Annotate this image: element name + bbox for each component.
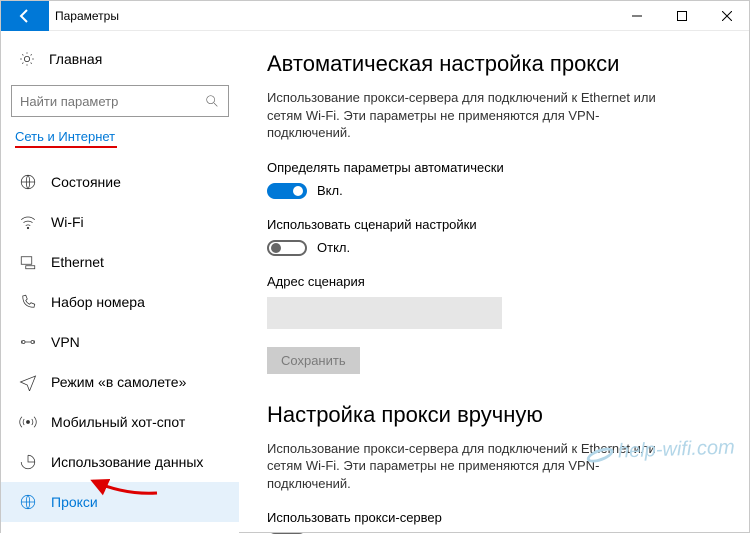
sidebar-item-label: Режим «в самолете» — [51, 374, 186, 390]
phone-icon — [19, 293, 37, 311]
toggle-label-detect: Определять параметры автоматически — [267, 160, 721, 175]
annotation-underline — [15, 146, 117, 148]
sidebar-item-label: Ethernet — [51, 254, 104, 270]
sidebar-item-hotspot[interactable]: Мобильный хот-спот — [1, 402, 239, 442]
home-label: Главная — [49, 51, 102, 67]
back-button[interactable] — [1, 1, 49, 31]
category-label: Сеть и Интернет — [1, 129, 239, 144]
script-address-label: Адрес сценария — [267, 274, 721, 289]
search-input[interactable] — [20, 94, 204, 109]
sidebar-item-label: VPN — [51, 334, 80, 350]
sidebar: Главная Сеть и Интернет Состояние Wi-Fi … — [1, 31, 239, 534]
close-button[interactable] — [704, 1, 749, 31]
section-desc-auto: Использование прокси-сервера для подключ… — [267, 89, 667, 142]
sidebar-item-dialup[interactable]: Набор номера — [1, 282, 239, 322]
sidebar-item-wifi[interactable]: Wi-Fi — [1, 202, 239, 242]
section-desc-manual: Использование прокси-сервера для подключ… — [267, 440, 667, 493]
sidebar-item-label: Использование данных — [51, 454, 203, 470]
section-heading-manual: Настройка прокси вручную — [267, 402, 721, 428]
sidebar-item-datausage[interactable]: Использование данных — [1, 442, 239, 482]
sidebar-item-airplane[interactable]: Режим «в самолете» — [1, 362, 239, 402]
sidebar-item-label: Wi-Fi — [51, 214, 84, 230]
sidebar-item-status[interactable]: Состояние — [1, 162, 239, 202]
section-heading-auto: Автоматическая настройка прокси — [267, 51, 721, 77]
sidebar-item-label: Прокси — [51, 494, 98, 510]
save-button[interactable]: Сохранить — [267, 347, 360, 374]
hotspot-icon — [19, 413, 37, 431]
toggle-state-script: Откл. — [317, 240, 350, 255]
window-title: Параметры — [49, 9, 614, 23]
wifi-icon — [19, 213, 37, 231]
toggle-label-script: Использовать сценарий настройки — [267, 217, 721, 232]
data-usage-icon — [19, 453, 37, 471]
globe-icon — [19, 173, 37, 191]
globe-icon — [19, 493, 37, 511]
sidebar-item-label: Мобильный хот-спот — [51, 414, 185, 430]
toggle-state-detect: Вкл. — [317, 183, 343, 198]
airplane-icon — [19, 373, 37, 391]
sidebar-item-label: Состояние — [51, 174, 121, 190]
minimize-button[interactable] — [614, 1, 659, 31]
gear-icon — [19, 51, 35, 67]
sidebar-item-ethernet[interactable]: Ethernet — [1, 242, 239, 282]
home-link[interactable]: Главная — [1, 39, 239, 79]
vpn-icon — [19, 333, 37, 351]
toggle-detect-automatically[interactable] — [267, 183, 307, 199]
sidebar-item-proxy[interactable]: Прокси — [1, 482, 239, 522]
search-icon — [204, 93, 220, 109]
maximize-button[interactable] — [659, 1, 704, 31]
content-pane: Автоматическая настройка прокси Использо… — [239, 31, 749, 534]
search-box[interactable] — [11, 85, 229, 117]
toggle-use-setup-script[interactable] — [267, 240, 307, 256]
toggle-label-use-proxy: Использовать прокси-сервер — [267, 510, 721, 525]
title-bar: Параметры — [1, 1, 749, 31]
sidebar-item-vpn[interactable]: VPN — [1, 322, 239, 362]
sidebar-item-label: Набор номера — [51, 294, 145, 310]
script-address-input[interactable] — [267, 297, 502, 329]
ethernet-icon — [19, 253, 37, 271]
window-controls — [614, 1, 749, 31]
